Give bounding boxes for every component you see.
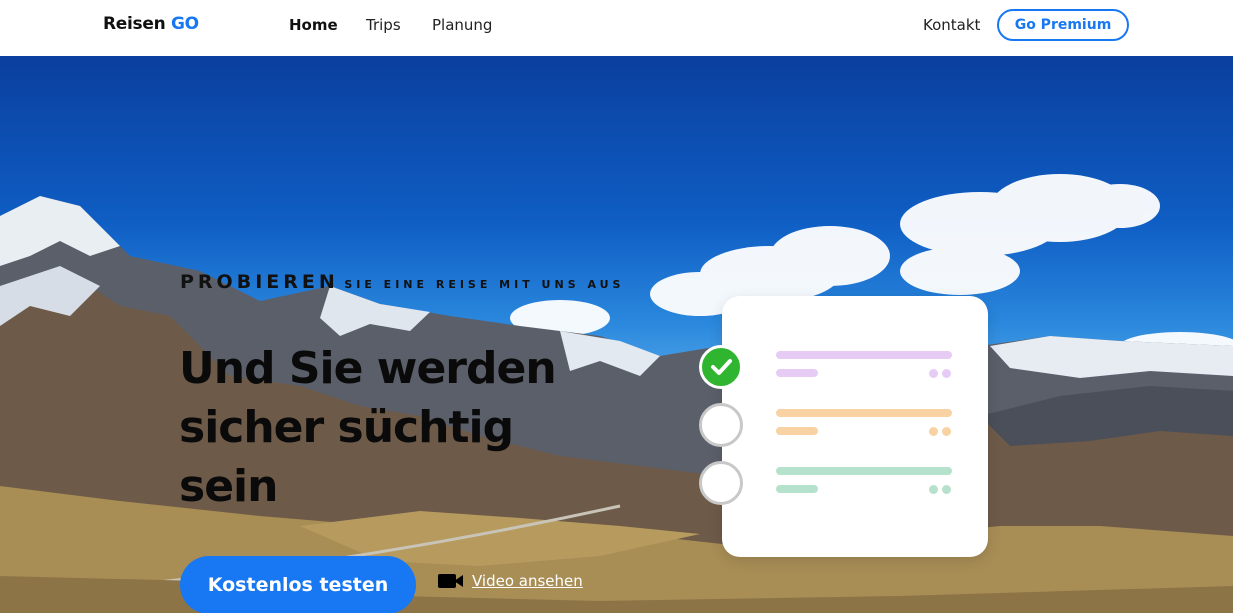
checklist-dot bbox=[942, 427, 951, 436]
hero-kicker: PROBIEREN SIE EINE REISE MIT UNS AUS bbox=[180, 271, 640, 293]
checklist-dot bbox=[929, 427, 938, 436]
kicker-large-text: PROBIEREN bbox=[180, 271, 339, 293]
checklist-checked-circle[interactable] bbox=[699, 345, 743, 389]
checklist-line-long bbox=[776, 351, 952, 359]
go-premium-button[interactable]: Go Premium bbox=[997, 9, 1129, 41]
brand-accent: GO bbox=[171, 14, 199, 34]
checklist-line-short bbox=[776, 369, 818, 377]
video-camera-icon bbox=[438, 572, 464, 590]
checklist-line-long bbox=[776, 467, 952, 475]
brand-name: Reisen bbox=[103, 14, 166, 34]
checklist-line-short bbox=[776, 485, 818, 493]
nav-link-home[interactable]: Home bbox=[289, 16, 338, 34]
checklist-dot bbox=[929, 369, 938, 378]
hero-headline: Und Sie werden sicher süchtig sein bbox=[179, 343, 557, 512]
checklist-line-long bbox=[776, 409, 952, 417]
nav-link-kontakt[interactable]: Kontakt bbox=[923, 16, 980, 34]
try-free-button[interactable]: Kostenlos testen bbox=[180, 556, 416, 613]
checkmark-icon bbox=[711, 359, 732, 375]
checklist-dot bbox=[942, 485, 951, 494]
watch-video-label: Video ansehen bbox=[472, 572, 583, 590]
checklist-card bbox=[722, 296, 988, 557]
brand-logo[interactable]: Reisen GO bbox=[103, 14, 199, 34]
watch-video-link[interactable]: Video ansehen bbox=[438, 572, 583, 590]
top-navbar: Reisen GO Home Trips Planung Kontakt Go … bbox=[0, 0, 1233, 56]
hero-section: PROBIEREN SIE EINE REISE MIT UNS AUS Und… bbox=[0, 56, 1233, 613]
nav-link-planung[interactable]: Planung bbox=[432, 16, 492, 34]
checklist-unchecked-circle[interactable] bbox=[699, 461, 743, 505]
nav-link-trips[interactable]: Trips bbox=[366, 16, 401, 34]
checklist-unchecked-circle[interactable] bbox=[699, 403, 743, 447]
mountain-landscape-image bbox=[0, 174, 1233, 613]
kicker-small-text: SIE EINE REISE MIT UNS AUS bbox=[344, 278, 625, 291]
checklist-line-short bbox=[776, 427, 818, 435]
checklist-dot bbox=[929, 485, 938, 494]
checklist-dot bbox=[942, 369, 951, 378]
